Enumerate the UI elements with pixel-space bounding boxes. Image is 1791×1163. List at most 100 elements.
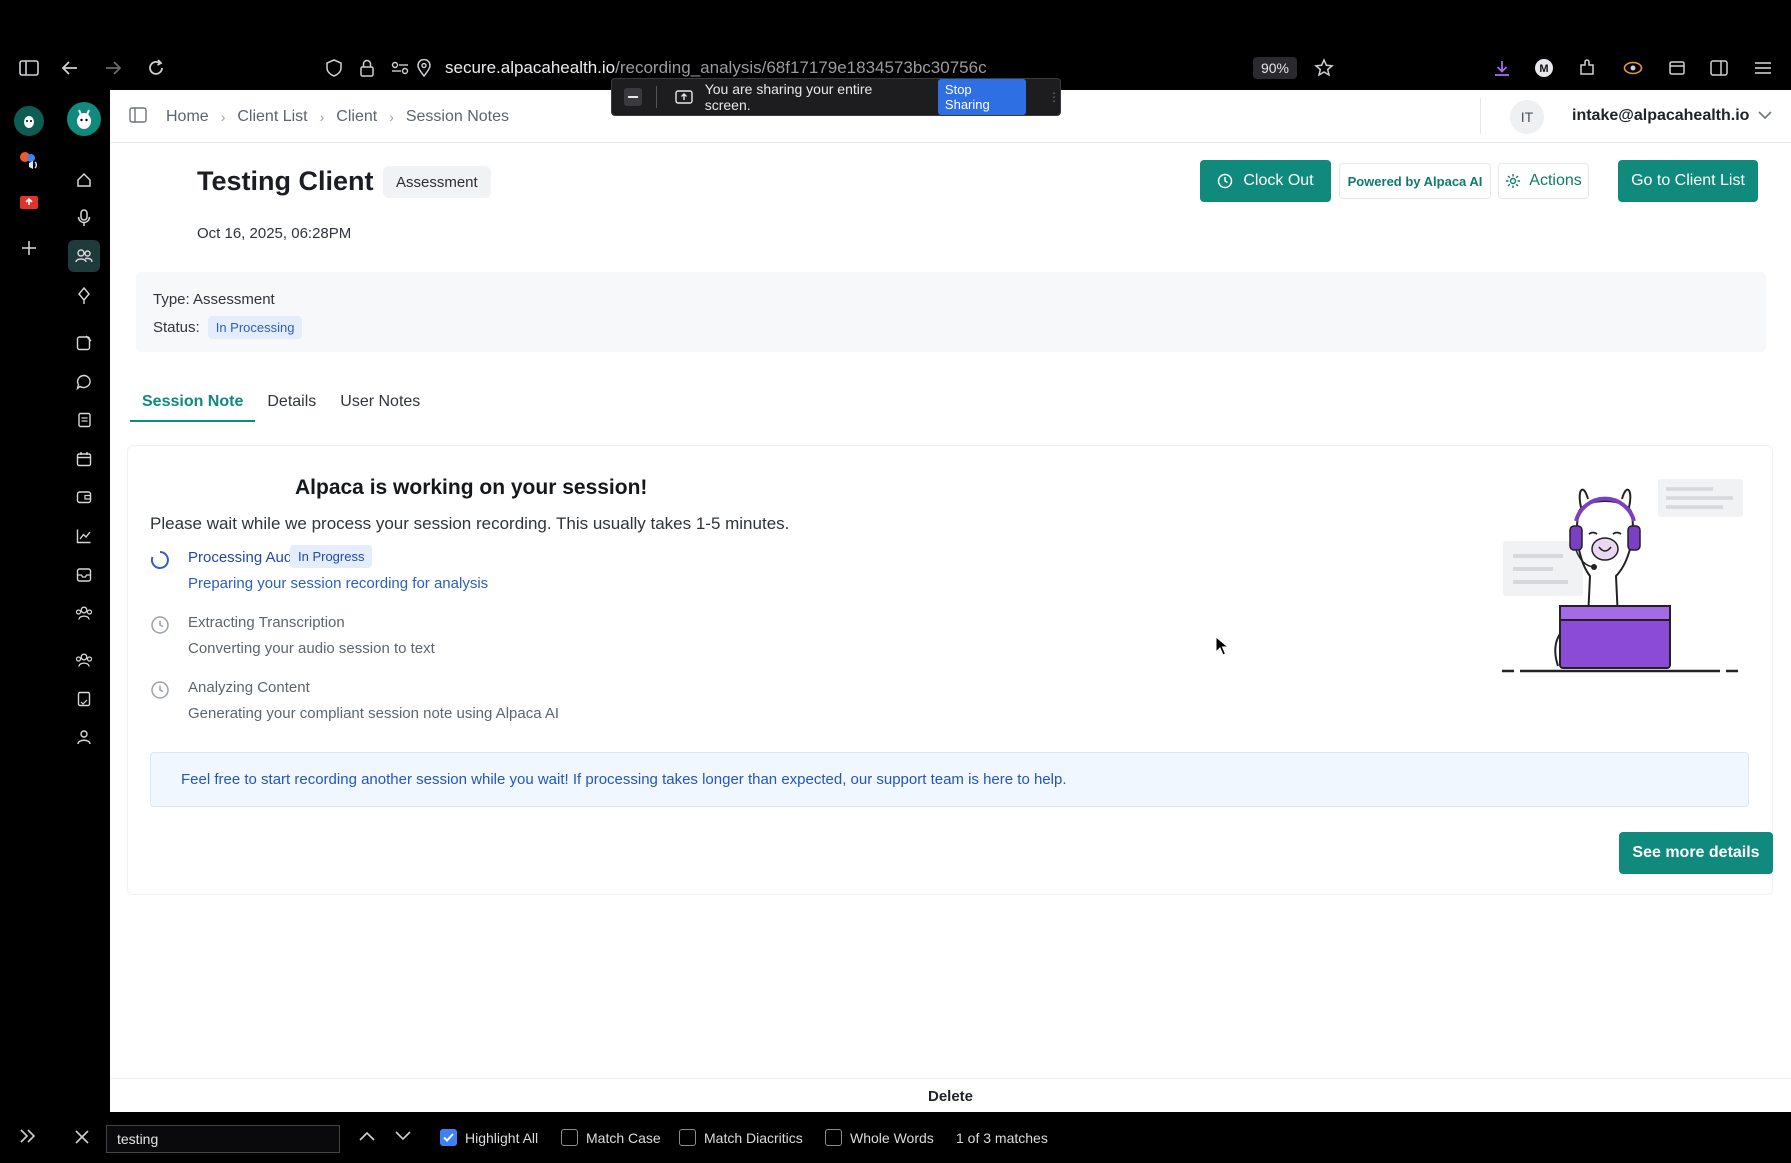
- page-title: Testing Client: [197, 166, 374, 196]
- user-email[interactable]: intake@alpacahealth.io: [1572, 107, 1749, 125]
- delete-button[interactable]: Delete: [110, 1088, 1791, 1105]
- banner-divider: [655, 86, 657, 108]
- gear-icon: [1505, 173, 1521, 189]
- collapse-sidebar-icon[interactable]: [129, 107, 147, 123]
- chevron-up-icon[interactable]: [359, 1131, 375, 1141]
- checkbox-unchecked[interactable]: [825, 1129, 842, 1146]
- forward-icon[interactable]: [97, 52, 129, 84]
- location-icon[interactable]: [408, 52, 440, 84]
- zoom-level[interactable]: 90%: [1253, 57, 1297, 79]
- highlight-all-checkbox[interactable]: Highlight All: [440, 1129, 538, 1146]
- find-input[interactable]: [106, 1125, 340, 1153]
- app-nav-rail: [58, 90, 110, 1112]
- share-banner-text: You are sharing your entire screen.: [704, 81, 873, 113]
- actions-label: Actions: [1529, 172, 1582, 189]
- actions-button[interactable]: Actions: [1498, 163, 1589, 199]
- clock-out-button[interactable]: Clock Out: [1200, 160, 1331, 202]
- checkbox-unchecked[interactable]: [679, 1129, 696, 1146]
- breadcrumb-client[interactable]: Client: [336, 108, 377, 126]
- pen-icon[interactable]: [71, 283, 97, 309]
- status-row: Status: In Processing: [153, 316, 303, 339]
- match-case-checkbox[interactable]: Match Case: [561, 1129, 661, 1146]
- media-app-icon[interactable]: [16, 148, 42, 174]
- chevron-right-icon: ›: [389, 109, 394, 125]
- bookmark-star-icon[interactable]: [1308, 52, 1340, 84]
- breadcrumb-session-notes: Session Notes: [405, 108, 510, 125]
- drag-handle-icon[interactable]: ⋮: [1048, 90, 1060, 104]
- forms-icon[interactable]: [71, 686, 97, 712]
- notes-icon[interactable]: [71, 330, 97, 356]
- whole-words-checkbox[interactable]: Whole Words: [825, 1129, 934, 1146]
- step-title: Processing Audio: [188, 549, 304, 566]
- browser-toolbar: secure.alpacahealth.io/recording_analysi…: [0, 0, 1791, 90]
- minimize-icon[interactable]: [624, 88, 642, 106]
- download-icon[interactable]: [1486, 52, 1518, 84]
- home-icon[interactable]: [71, 167, 97, 193]
- processing-subtitle: Please wait while we process your sessio…: [150, 514, 790, 533]
- chevron-down-icon[interactable]: [1758, 110, 1772, 120]
- avatar[interactable]: IT: [1510, 100, 1544, 134]
- documents-icon[interactable]: [71, 407, 97, 433]
- address-bar[interactable]: secure.alpacahealth.io/recording_analysi…: [445, 58, 987, 78]
- close-icon[interactable]: [74, 1129, 90, 1145]
- tab-bar: Session Note Details User Notes: [130, 386, 432, 422]
- alpaca-tab-icon[interactable]: [14, 106, 44, 136]
- group-icon[interactable]: [71, 600, 97, 626]
- calendar-icon[interactable]: [71, 446, 97, 472]
- reload-icon[interactable]: [140, 52, 172, 84]
- chevron-right-icon: ›: [220, 109, 226, 125]
- see-more-details-button[interactable]: See more details: [1619, 832, 1773, 874]
- profile-icon[interactable]: [71, 724, 97, 750]
- breadcrumb: Home › Client List › Client › Session No…: [166, 108, 509, 126]
- sidebar-panel-icon[interactable]: [1703, 52, 1735, 84]
- chart-icon[interactable]: [71, 523, 97, 549]
- menu-icon[interactable]: [1747, 52, 1779, 84]
- alpaca-logo[interactable]: [67, 102, 101, 136]
- tab-session-note[interactable]: Session Note: [130, 386, 256, 422]
- breadcrumb-client-list[interactable]: Client List: [237, 108, 307, 126]
- sidebar-toggle-icon[interactable]: [13, 52, 45, 84]
- screen-share-banner: You are sharing your entire screen. Stop…: [611, 78, 1061, 116]
- extension-eye-icon[interactable]: [1617, 52, 1649, 84]
- spinner-icon: [150, 550, 170, 570]
- url-host: secure.alpacahealth.io: [445, 58, 616, 77]
- match-count: 1 of 3 matches: [956, 1130, 1048, 1146]
- svg-text:M: M: [1539, 63, 1548, 75]
- lock-icon[interactable]: [351, 52, 383, 84]
- status-badge: In Processing: [207, 316, 303, 339]
- checkbox-unchecked[interactable]: [561, 1129, 578, 1146]
- extensions-icon[interactable]: [1571, 52, 1603, 84]
- checkbox-checked[interactable]: [440, 1129, 457, 1146]
- tab-user-notes[interactable]: User Notes: [328, 386, 432, 422]
- chevron-down-icon[interactable]: [395, 1131, 411, 1141]
- step-desc: Generating your compliant session note u…: [188, 705, 560, 722]
- inbox-icon[interactable]: [71, 562, 97, 588]
- back-icon[interactable]: [54, 52, 86, 84]
- app-window: Home › Client List › Client › Session No…: [58, 90, 1791, 1112]
- session-date: Oct 16, 2025, 06:28PM: [197, 225, 352, 242]
- screen-share-icon[interactable]: [16, 190, 42, 216]
- clock-icon: [1217, 173, 1233, 189]
- wallet-icon[interactable]: [71, 484, 97, 510]
- match-diacritics-checkbox[interactable]: Match Diacritics: [679, 1129, 803, 1146]
- find-bar: Highlight All Match Case Match Diacritic…: [0, 1112, 1791, 1163]
- checkbox-label: Highlight All: [465, 1129, 539, 1146]
- stop-sharing-button[interactable]: Stop Sharing: [937, 79, 1026, 115]
- info-notice: Feel free to start recording another ses…: [150, 752, 1749, 807]
- tab-details[interactable]: Details: [255, 386, 328, 422]
- shield-icon[interactable]: [318, 52, 350, 84]
- breadcrumb-home[interactable]: Home: [166, 108, 209, 126]
- profile-m-icon[interactable]: M: [1528, 52, 1560, 84]
- go-to-client-list-button[interactable]: Go to Client List: [1618, 160, 1758, 202]
- step-desc: Converting your audio session to text: [188, 640, 435, 657]
- clock-icon: [150, 615, 170, 635]
- clients-icon[interactable]: [68, 240, 100, 272]
- session-type-text: Type: Assessment: [153, 291, 275, 308]
- team-icon[interactable]: [71, 647, 97, 673]
- chat-icon[interactable]: [71, 369, 97, 395]
- step-title: Analyzing Content: [188, 679, 310, 696]
- mic-icon[interactable]: [71, 205, 97, 231]
- expand-sidebar-icon[interactable]: [19, 1128, 37, 1144]
- container-icon[interactable]: [1661, 52, 1693, 84]
- add-panel-icon[interactable]: [16, 235, 42, 261]
